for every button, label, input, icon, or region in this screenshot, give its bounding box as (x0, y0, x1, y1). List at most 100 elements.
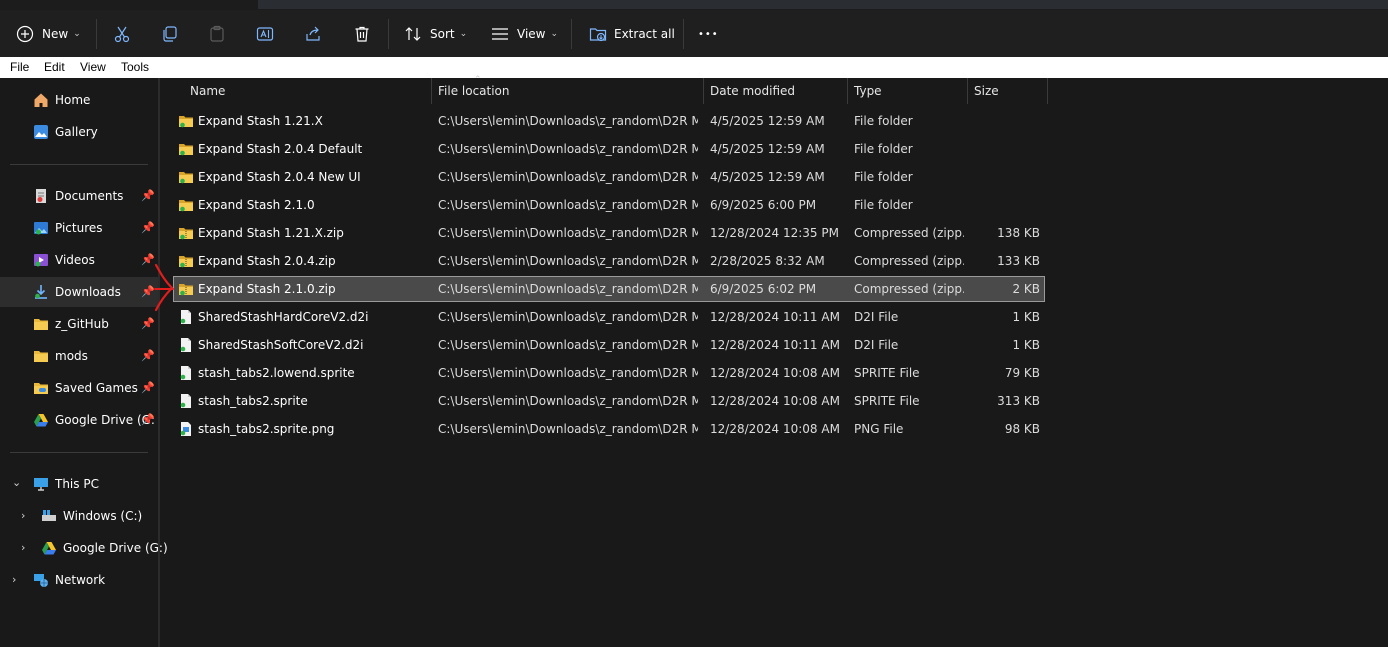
chevron-down-icon[interactable]: ⌄ (12, 476, 21, 489)
nav-label: Home (55, 93, 91, 107)
nav-divider (10, 452, 148, 453)
column-header-location[interactable]: File location (438, 84, 510, 98)
clipboard-icon (210, 25, 224, 42)
chevron-right-icon[interactable]: › (21, 509, 25, 522)
file-row[interactable]: Expand Stash 2.1.0.zip C:\Users\lemin\Dow… (173, 276, 1045, 302)
file-location: C:\Users\lemin\Downloads\z_random\D2R Mo… (438, 198, 698, 212)
file-row[interactable]: stash_tabs2.sprite C:\Users\lemin\Downloa… (174, 389, 1044, 413)
toolbar-divider (571, 19, 572, 49)
file-name: SharedStashSoftCoreV2.d2i (198, 338, 364, 352)
folder-icon (178, 197, 194, 213)
new-button[interactable]: New ⌄ (16, 16, 81, 52)
file-type: D2I File (854, 310, 899, 324)
rename-button[interactable] (256, 16, 274, 52)
column-header-date[interactable]: Date modified (710, 84, 795, 98)
folder-icon (178, 141, 194, 157)
file-location: C:\Users\lemin\Downloads\z_random\D2R Mo… (438, 310, 698, 324)
paste-button[interactable] (208, 16, 226, 52)
file-date-modified: 12/28/2024 10:11 AM (710, 310, 840, 324)
menu-bar: File Edit View Tools (0, 57, 1388, 78)
delete-button[interactable] (353, 16, 371, 52)
file-type: Compressed (zipp... (854, 226, 964, 240)
column-divider[interactable] (967, 78, 968, 104)
file-row[interactable]: Expand Stash 2.0.4 New UI C:\Users\lemin\… (174, 165, 1044, 189)
file-icon (178, 393, 194, 409)
nav-label: z_GitHub (55, 317, 109, 331)
file-size: 1 KB (1012, 310, 1040, 324)
menu-file[interactable]: File (10, 60, 29, 74)
file-row[interactable]: SharedStashSoftCoreV2.d2i C:\Users\lemin\… (174, 333, 1044, 357)
column-divider[interactable] (847, 78, 848, 104)
column-header-name[interactable]: Name (190, 84, 225, 98)
file-location: C:\Users\lemin\Downloads\z_random\D2R Mo… (438, 366, 698, 380)
windows-drive-icon (42, 510, 56, 521)
nav-item-z-github[interactable]: z_GitHub 📌 (0, 309, 158, 339)
nav-item-mods[interactable]: mods 📌 (0, 341, 158, 371)
toolbar-divider (96, 19, 97, 49)
file-location: C:\Users\lemin\Downloads\z_random\D2R Mo… (438, 226, 698, 240)
file-row[interactable]: Expand Stash 1.21.X.zip C:\Users\lemin\Do… (174, 221, 1044, 245)
pin-icon: 📌 (141, 413, 155, 426)
file-date-modified: 6/9/2025 6:02 PM (710, 282, 817, 296)
file-date-modified: 12/28/2024 10:08 AM (710, 394, 840, 408)
column-divider[interactable] (703, 78, 704, 104)
view-button[interactable]: View ⌄ (491, 16, 558, 52)
file-date-modified: 12/28/2024 10:08 AM (710, 422, 840, 436)
image-file-icon (178, 421, 194, 437)
folder-icon (178, 169, 194, 185)
nav-label: Downloads (55, 285, 121, 299)
nav-label: Google Drive (G:) (63, 541, 168, 555)
chevron-right-icon[interactable]: › (21, 541, 25, 554)
file-date-modified: 12/28/2024 10:08 AM (710, 366, 840, 380)
file-row[interactable]: stash_tabs2.lowend.sprite C:\Users\lemin\… (174, 361, 1044, 385)
file-name: stash_tabs2.sprite (198, 394, 308, 408)
copy-button[interactable] (161, 16, 179, 52)
sort-button[interactable]: Sort ⌄ (404, 16, 467, 52)
pane-splitter[interactable] (158, 78, 160, 647)
extract-icon (589, 28, 607, 42)
column-divider[interactable] (431, 78, 432, 104)
nav-item-documents[interactable]: Documents 📌 (0, 181, 158, 211)
pin-icon: 📌 (141, 221, 155, 234)
nav-item-videos[interactable]: Videos 📌 (0, 245, 158, 275)
nav-item-network[interactable]: › Network (0, 565, 158, 595)
nav-item-gallery[interactable]: Gallery (0, 117, 158, 147)
file-row[interactable]: stash_tabs2.sprite.png C:\Users\lemin\Dow… (174, 417, 1044, 441)
sort-icon (405, 27, 421, 41)
file-row[interactable]: Expand Stash 1.21.X C:\Users\lemin\Downlo… (174, 109, 1044, 133)
file-row[interactable]: Expand Stash 2.0.4 Default C:\Users\lemin… (174, 137, 1044, 161)
folder-icon (178, 113, 194, 129)
nav-divider (10, 164, 148, 165)
share-button[interactable] (304, 16, 322, 52)
nav-item-home[interactable]: Home (0, 85, 158, 115)
nav-item-this-pc[interactable]: ⌄ This PC (0, 469, 158, 499)
file-row[interactable]: SharedStashHardCoreV2.d2i C:\Users\lemin\… (174, 305, 1044, 329)
nav-label: Gallery (55, 125, 98, 139)
videos-icon (34, 254, 48, 267)
file-location: C:\Users\lemin\Downloads\z_random\D2R Mo… (438, 170, 698, 184)
new-label: New (42, 27, 69, 41)
file-size: 2 KB (1012, 282, 1040, 296)
file-icon (178, 365, 194, 381)
column-header-size[interactable]: Size (974, 84, 999, 98)
more-options-button[interactable]: ••• (698, 16, 719, 52)
nav-label: Documents (55, 189, 124, 203)
menu-edit[interactable]: Edit (44, 60, 65, 74)
menu-tools[interactable]: Tools (121, 60, 149, 74)
menu-view[interactable]: View (80, 60, 106, 74)
chevron-right-icon[interactable]: › (12, 573, 16, 586)
copy-icon (163, 26, 177, 42)
cut-button[interactable] (113, 16, 131, 52)
nav-item-google-drive-g[interactable]: › Google Drive (G:) (0, 533, 168, 563)
nav-item-google-drive-pinned[interactable]: Google Drive (G: 📌 (0, 405, 158, 435)
file-size: 79 KB (1004, 366, 1040, 380)
column-header-type[interactable]: Type (854, 84, 882, 98)
nav-item-saved-games[interactable]: Saved Games 📌 (0, 373, 158, 403)
file-row[interactable]: Expand Stash 2.1.0 C:\Users\lemin\Downloa… (174, 193, 1044, 217)
file-row[interactable]: Expand Stash 2.0.4.zip C:\Users\lemin\Dow… (174, 249, 1044, 273)
column-divider[interactable] (1047, 78, 1048, 104)
extract-all-button[interactable]: Extract all (589, 16, 675, 52)
nav-item-downloads[interactable]: Downloads 📌 (0, 277, 158, 307)
nav-item-pictures[interactable]: Pictures 📌 (0, 213, 158, 243)
nav-item-windows-c[interactable]: › Windows (C:) (0, 501, 158, 531)
